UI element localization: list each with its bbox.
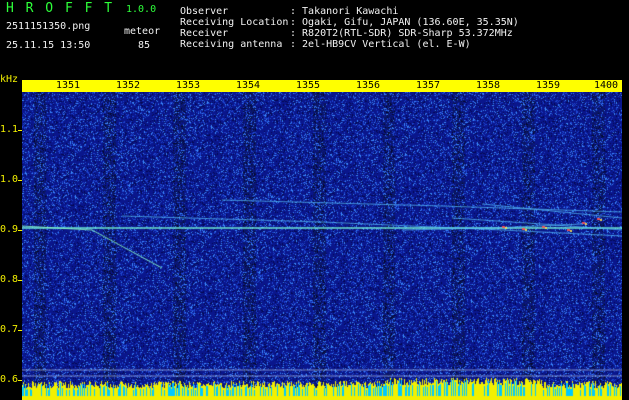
time-label: 1351 — [55, 80, 81, 91]
frequency-tick — [18, 330, 22, 331]
time-label: 1358 — [475, 80, 501, 91]
frequency-label: 0.8 — [0, 274, 19, 285]
frequency-tick — [18, 380, 22, 381]
app-name: H R O F F T — [6, 1, 115, 16]
meteor-count: 85 — [138, 40, 151, 51]
frequency-tick — [18, 130, 22, 131]
frequency-label: 1.0 — [0, 174, 19, 185]
frequency-tick — [18, 280, 22, 281]
time-label: 1352 — [115, 80, 141, 91]
frequency-label: 0.9 — [0, 224, 19, 235]
frequency-label: 1.1 — [0, 124, 19, 135]
time-label: 1357 — [415, 80, 441, 91]
frequency-label: 0.7 — [0, 324, 19, 335]
frequency-unit: kHz — [0, 74, 19, 85]
info-value-antenna: : 2el-HB9CV Vertical (el. E-W) — [290, 39, 471, 50]
time-label: 1354 — [235, 80, 261, 91]
hrofft-window: H R O F F T 1.0.0 2511151350.png meteor … — [0, 0, 629, 400]
timestamp: 25.11.15 13:50 — [6, 40, 91, 51]
image-filename: 2511151350.png — [6, 21, 91, 32]
time-label: 1400 — [593, 80, 619, 91]
time-label: 1353 — [175, 80, 201, 91]
spectrogram-canvas — [22, 80, 622, 400]
frequency-tick — [18, 180, 22, 181]
time-label: 1355 — [295, 80, 321, 91]
time-label: 1356 — [355, 80, 381, 91]
frequency-label: 0.6 — [0, 374, 19, 385]
app-version: 1.0.0 — [126, 4, 157, 15]
time-label: 1359 — [535, 80, 561, 91]
mode-label: meteor — [124, 26, 161, 37]
info-label-antenna: Receiving antenna — [180, 39, 283, 50]
frequency-tick — [18, 230, 22, 231]
time-axis-bar — [22, 80, 622, 92]
